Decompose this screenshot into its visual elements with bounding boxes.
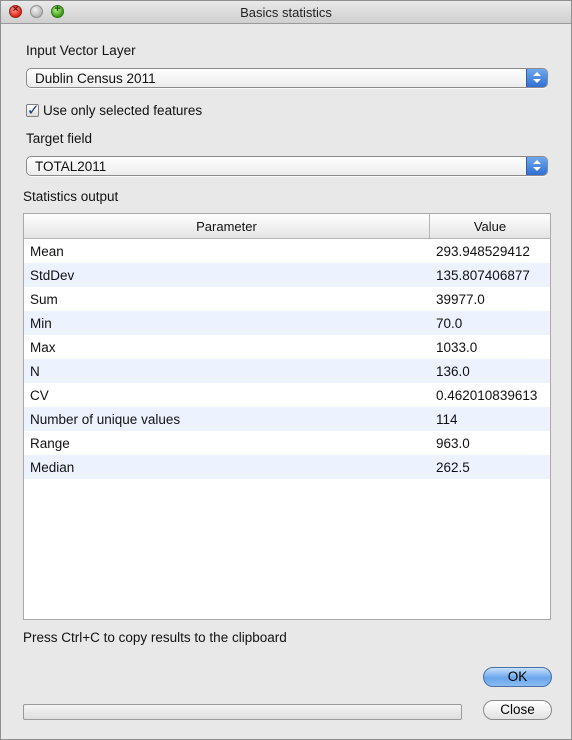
close-button[interactable]: Close — [483, 700, 552, 720]
value-cell: 136.0 — [436, 364, 470, 379]
selected-features-checkbox[interactable]: ✓ — [26, 102, 40, 119]
dialog-window: × + Basics statistics Input Vector Layer… — [0, 0, 572, 740]
chevron-updown-icon — [526, 69, 547, 87]
input-layer-label: Input Vector Layer — [26, 43, 136, 58]
checkmark-icon: ✓ — [27, 102, 40, 119]
table-row[interactable]: CV 0.462010839613 — [24, 383, 550, 407]
statistics-output-label: Statistics output — [23, 189, 119, 204]
value-cell: 70.0 — [436, 316, 463, 331]
value-cell: 262.5 — [436, 460, 470, 475]
value-cell: 293.948529412 — [436, 244, 530, 259]
table-row[interactable]: Range 963.0 — [24, 431, 550, 455]
table-row[interactable]: StdDev 135.807406877 — [24, 263, 550, 287]
table-row[interactable]: Sum 39977.0 — [24, 287, 550, 311]
title-bar[interactable]: × + Basics statistics — [1, 1, 571, 24]
parameter-cell: Mean — [30, 244, 64, 259]
target-field-value: TOTAL2011 — [35, 159, 107, 174]
table-row[interactable]: Min 70.0 — [24, 311, 550, 335]
parameter-cell: Max — [30, 340, 56, 355]
table-row[interactable]: Mean 293.948529412 — [24, 239, 550, 263]
parameter-cell: Min — [30, 316, 52, 331]
value-cell: 135.807406877 — [436, 268, 530, 283]
input-layer-value: Dublin Census 2011 — [35, 71, 156, 86]
parameter-cell: Range — [30, 436, 70, 451]
table-row[interactable]: Median 262.5 — [24, 455, 550, 479]
column-header-value[interactable]: Value — [430, 219, 550, 234]
value-cell: 1033.0 — [436, 340, 478, 355]
parameter-cell: Sum — [30, 292, 58, 307]
parameter-cell: CV — [30, 388, 49, 403]
parameter-cell: Number of unique values — [30, 412, 181, 427]
selected-features-label[interactable]: Use only selected features — [43, 103, 202, 118]
input-layer-select[interactable]: Dublin Census 2011 — [26, 68, 548, 88]
window-title: Basics statistics — [240, 5, 332, 20]
clipboard-hint: Press Ctrl+C to copy results to the clip… — [23, 630, 287, 645]
value-cell: 963.0 — [436, 436, 470, 451]
table-header: Parameter Value — [24, 214, 550, 239]
parameter-cell: Median — [30, 460, 75, 475]
value-cell: 114 — [436, 412, 458, 427]
parameter-cell: StdDev — [30, 268, 75, 283]
target-field-select[interactable]: TOTAL2011 — [26, 156, 548, 176]
value-cell: 39977.0 — [436, 292, 485, 307]
progress-bar — [23, 704, 462, 720]
column-header-parameter[interactable]: Parameter — [24, 219, 429, 234]
chevron-updown-icon — [526, 157, 547, 175]
value-cell: 0.462010839613 — [436, 388, 538, 403]
statistics-table[interactable]: Parameter Value Mean 293.948529412 StdDe… — [23, 213, 551, 620]
ok-button[interactable]: OK — [483, 667, 552, 687]
table-row[interactable]: Max 1033.0 — [24, 335, 550, 359]
table-row[interactable]: Number of unique values 114 — [24, 407, 550, 431]
table-row[interactable]: N 136.0 — [24, 359, 550, 383]
target-field-label: Target field — [26, 131, 93, 146]
parameter-cell: N — [30, 364, 40, 379]
